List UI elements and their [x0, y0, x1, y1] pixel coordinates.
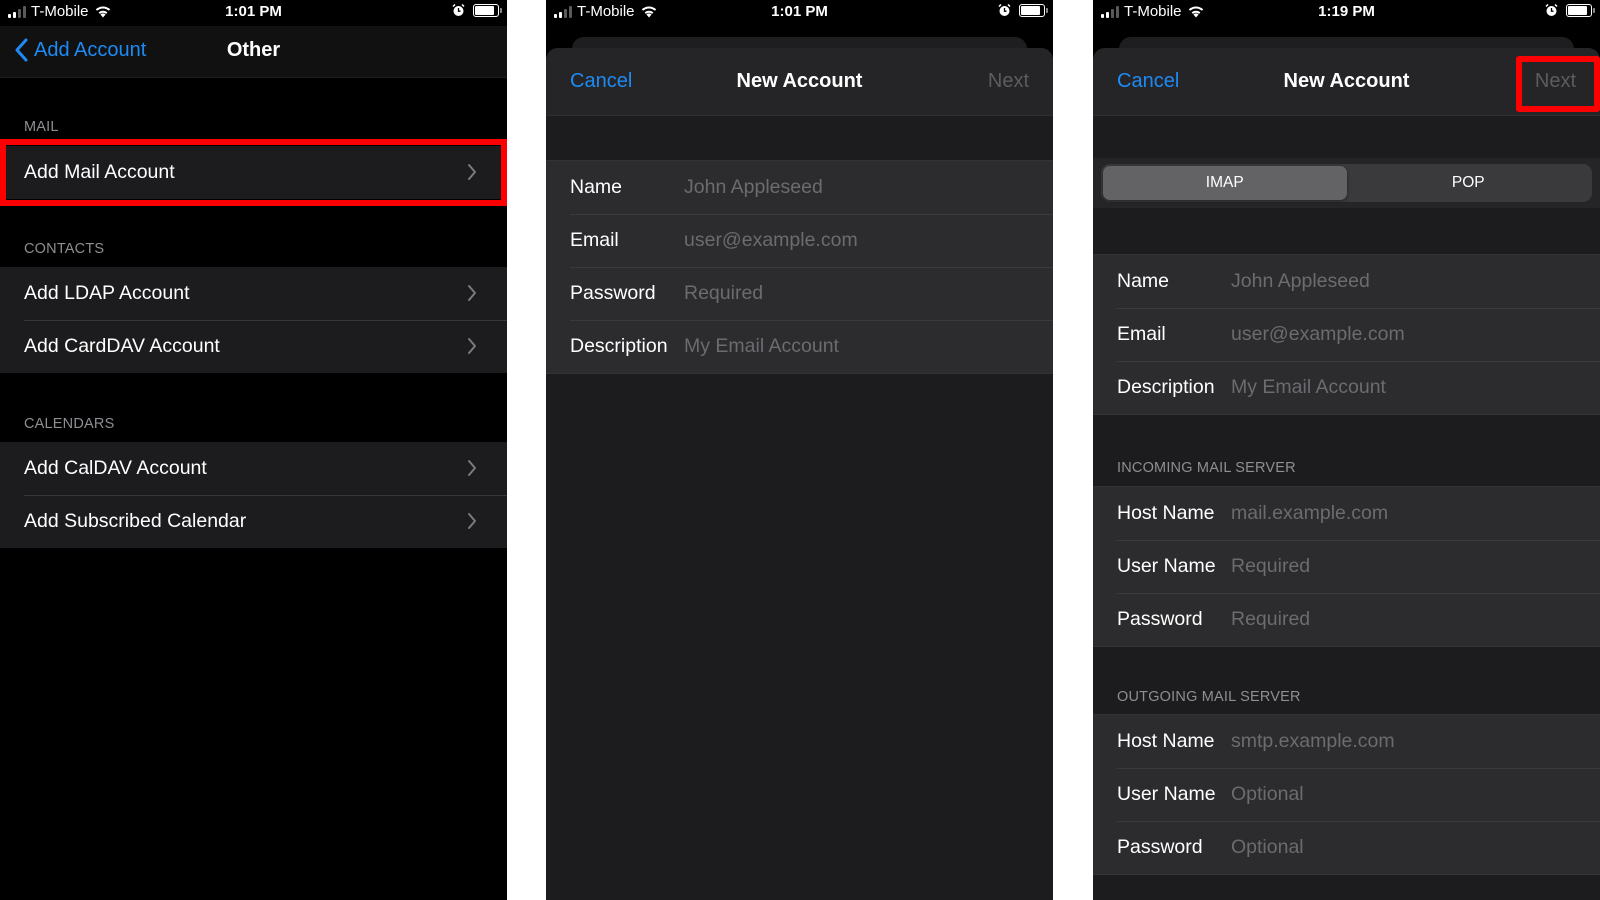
status-time: 1:01 PM: [225, 3, 282, 20]
contacts-group: Add LDAP Account Add CardDAV Account: [0, 267, 507, 373]
status-bar: T-Mobile 1:01 PM: [0, 0, 507, 26]
email-input[interactable]: [684, 229, 1053, 252]
account-form: Name Email Password Description: [546, 160, 1053, 374]
mail-group: Add Mail Account: [0, 146, 507, 199]
section-header-calendars: CALENDARS: [24, 416, 115, 432]
chevron-right-icon: [468, 164, 476, 180]
section-header-contacts: CONTACTS: [24, 241, 105, 257]
page-title: Other: [226, 39, 281, 61]
field-label: User Name: [1117, 783, 1216, 805]
add-mail-account-item[interactable]: Add Mail Account: [0, 146, 507, 199]
description-field-row: Description: [546, 320, 1053, 373]
field-label: Description: [1117, 376, 1215, 398]
account-form: Name Email Description: [1093, 254, 1600, 415]
outgoing-password-row: Password: [1093, 821, 1600, 874]
phone-screen-new-account: T-Mobile 1:01 PM Cancel New Account Next…: [546, 0, 1053, 900]
name-field-row: Name: [546, 161, 1053, 214]
name-input[interactable]: [1231, 270, 1600, 293]
list-item-label: Add CardDAV Account: [24, 335, 220, 357]
field-label: Description: [570, 335, 668, 357]
segment-pop[interactable]: POP: [1347, 166, 1591, 200]
field-label: Host Name: [1117, 730, 1215, 752]
segment-imap[interactable]: IMAP: [1103, 166, 1347, 200]
next-button[interactable]: Next: [988, 70, 1029, 93]
navigation-bar: Cancel New Account Next: [1093, 48, 1600, 116]
field-label: Password: [1117, 608, 1203, 630]
outgoing-password-input[interactable]: [1231, 836, 1600, 859]
field-label: User Name: [1117, 555, 1216, 577]
incoming-password-row: Password: [1093, 593, 1600, 646]
navigation-bar: Cancel New Account Next: [546, 48, 1053, 116]
field-label: Email: [570, 229, 619, 251]
add-carddav-account-item[interactable]: Add CardDAV Account: [0, 320, 507, 373]
list-item-label: Add Mail Account: [24, 161, 175, 183]
outgoing-username-row: User Name: [1093, 768, 1600, 821]
section-header-incoming: INCOMING MAIL SERVER: [1117, 460, 1296, 476]
phone-screen-other-accounts: T-Mobile 1:01 PM Add Account Other MAIL …: [0, 0, 507, 900]
protocol-segmented-control: IMAP POP: [1101, 164, 1592, 202]
password-field-row: Password: [546, 267, 1053, 320]
battery-icon: [1566, 4, 1595, 17]
phone-screen-new-account-imap: T-Mobile 1:19 PM Cancel New Account Next…: [1093, 0, 1600, 900]
incoming-host-row: Host Name: [1093, 487, 1600, 540]
description-field-row: Description: [1093, 361, 1600, 414]
outgoing-host-row: Host Name: [1093, 715, 1600, 768]
email-input[interactable]: [1231, 323, 1600, 346]
incoming-password-input[interactable]: [1231, 608, 1600, 631]
incoming-username-row: User Name: [1093, 540, 1600, 593]
field-label: Password: [570, 282, 656, 304]
alarm-icon: [452, 4, 465, 16]
incoming-server-form: Host Name User Name Password: [1093, 486, 1600, 647]
modal-sheet: Cancel New Account Next IMAP POP Name Em…: [1093, 48, 1600, 900]
add-ldap-account-item[interactable]: Add LDAP Account: [0, 267, 507, 320]
email-field-row: Email: [546, 214, 1053, 267]
field-label: Host Name: [1117, 502, 1215, 524]
add-subscribed-calendar-item[interactable]: Add Subscribed Calendar: [0, 495, 507, 548]
page-title: New Account: [1283, 70, 1410, 92]
name-input[interactable]: [684, 176, 1053, 199]
chevron-right-icon: [468, 285, 476, 301]
modal-sheet: Cancel New Account Next Name Email Passw…: [546, 48, 1053, 900]
incoming-username-input[interactable]: [1231, 555, 1600, 578]
next-button[interactable]: Next: [1535, 70, 1576, 93]
chevron-right-icon: [468, 338, 476, 354]
field-label: Password: [1117, 836, 1203, 858]
calendars-group: Add CalDAV Account Add Subscribed Calend…: [0, 442, 507, 548]
alarm-icon: [998, 4, 1011, 16]
chevron-right-icon: [468, 460, 476, 476]
field-label: Email: [1117, 323, 1166, 345]
description-input[interactable]: [1231, 376, 1600, 399]
battery-icon: [473, 4, 502, 17]
add-caldav-account-item[interactable]: Add CalDAV Account: [0, 442, 507, 495]
outgoing-server-form: Host Name User Name Password: [1093, 714, 1600, 875]
alarm-icon: [1545, 4, 1558, 16]
section-header-outgoing: OUTGOING MAIL SERVER: [1117, 689, 1301, 705]
field-label: Name: [570, 176, 623, 198]
outgoing-username-input[interactable]: [1231, 783, 1600, 806]
list-item-label: Add Subscribed Calendar: [24, 510, 247, 532]
outgoing-host-input[interactable]: [1231, 730, 1600, 753]
email-field-row: Email: [1093, 308, 1600, 361]
status-bar: T-Mobile 1:01 PM: [546, 0, 1053, 26]
status-time: 1:19 PM: [1318, 3, 1375, 20]
status-time: 1:01 PM: [771, 3, 828, 20]
name-field-row: Name: [1093, 255, 1600, 308]
battery-icon: [1019, 4, 1048, 17]
section-header-mail: MAIL: [24, 119, 59, 135]
status-bar: T-Mobile 1:19 PM: [1093, 0, 1600, 26]
incoming-host-input[interactable]: [1231, 502, 1600, 525]
page-title: New Account: [736, 70, 863, 92]
description-input[interactable]: [684, 335, 1053, 358]
field-label: Name: [1117, 270, 1170, 292]
chevron-right-icon: [468, 513, 476, 529]
list-item-label: Add CalDAV Account: [24, 457, 207, 479]
password-input[interactable]: [684, 282, 1053, 305]
navigation-bar: Add Account Other: [0, 26, 507, 78]
list-item-label: Add LDAP Account: [24, 282, 190, 304]
